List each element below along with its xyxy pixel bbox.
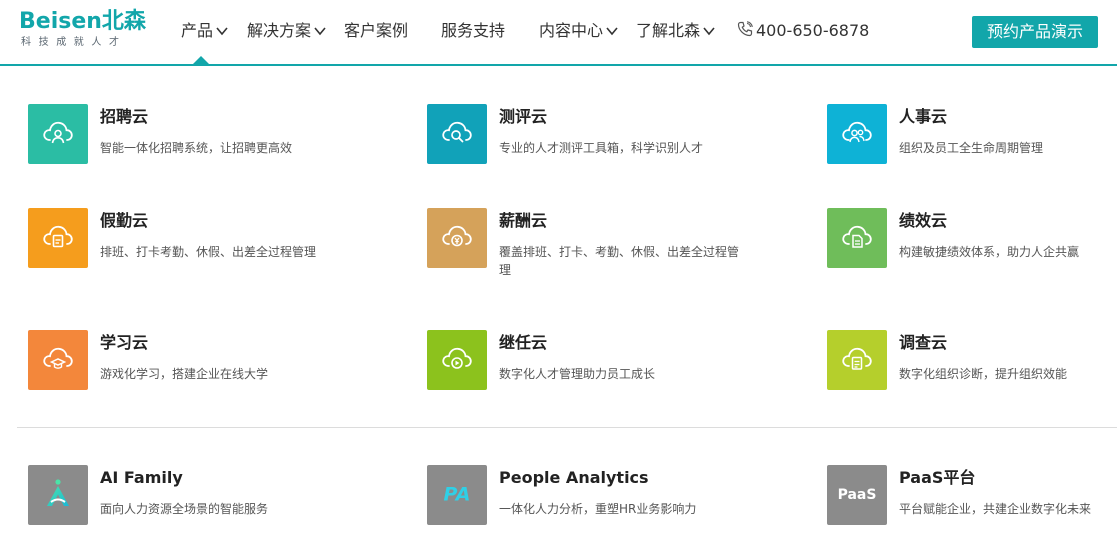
product-description: 排班、打卡考勤、休假、出差全过程管理: [100, 245, 317, 259]
chevron-down-icon: [702, 24, 716, 38]
section-divider: [17, 427, 1117, 428]
platform-card-paas[interactable]: PaaS PaaS平台 平台赋能企业，共建企业数字化未来: [827, 465, 1117, 529]
product-name: 薪酬云: [499, 211, 548, 230]
cloud-survey-icon: [839, 340, 875, 380]
nav-item-label: 了解北森: [636, 21, 701, 40]
product-name: 调查云: [899, 333, 948, 352]
product-name: People Analytics: [499, 468, 649, 487]
nav-item-about[interactable]: 了解北森: [636, 20, 716, 42]
nav-item-cases[interactable]: 客户案例: [344, 20, 408, 42]
cloud-people-icon: [839, 114, 875, 154]
paas-logo-icon: PaaS: [831, 475, 883, 515]
ai-family-logo-icon: [40, 475, 76, 515]
product-tile: [827, 104, 887, 164]
cloud-graduation-icon: [40, 340, 76, 380]
nav-item-label: 内容中心: [539, 21, 604, 40]
product-description: 覆盖排班、打卡、考勤、休假、出差全过程管理: [499, 245, 740, 277]
product-description: 构建敏捷绩效体系，助力人企共赢: [899, 245, 1080, 259]
active-menu-caret: [193, 56, 209, 64]
nav-item-label: 产品: [181, 21, 214, 40]
pa-logo-text: PA: [444, 484, 471, 506]
pa-logo-icon: PA: [435, 475, 479, 515]
product-tile: [427, 208, 487, 268]
platform-card-people-analytics[interactable]: PA People Analytics 一体化人力分析，重塑HR业务影响力: [427, 465, 767, 529]
chevron-down-icon: [313, 24, 327, 38]
product-card-recruiting[interactable]: 招聘云 智能一体化招聘系统，让招聘更高效: [28, 104, 368, 168]
phone-label: 400-650-6878: [756, 21, 870, 40]
product-card-assessment[interactable]: 测评云 专业的人才测评工具箱，科学识别人才: [427, 104, 767, 168]
product-card-performance[interactable]: 绩效云 构建敏捷绩效体系，助力人企共赢: [827, 208, 1117, 272]
product-name: 学习云: [100, 333, 149, 352]
product-name: 人事云: [899, 107, 948, 126]
product-name: AI Family: [100, 468, 183, 487]
cloud-document-icon: [839, 218, 875, 258]
product-tile: [28, 465, 88, 525]
product-tile: [28, 104, 88, 164]
nav-item-label: 解决方案: [247, 21, 312, 40]
platform-card-ai-family[interactable]: AI Family 面向人力资源全场景的智能服务: [28, 465, 368, 529]
product-description: 面向人力资源全场景的智能服务: [100, 502, 269, 516]
nav-item-content[interactable]: 内容中心: [539, 20, 619, 42]
product-card-learning[interactable]: 学习云 游戏化学习，搭建企业在线大学: [28, 330, 368, 394]
product-description: 数字化人才管理助力员工成长: [499, 367, 656, 381]
product-tile: [28, 208, 88, 268]
product-card-survey[interactable]: 调查云 数字化组织诊断，提升组织效能: [827, 330, 1117, 394]
product-description: 平台赋能企业，共建企业数字化未来: [899, 502, 1092, 516]
phone-number[interactable]: 400-650-6878: [737, 20, 869, 42]
product-tile: [827, 208, 887, 268]
logo-tagline: 科技成就人才: [21, 37, 127, 48]
cloud-coin-icon: [439, 218, 475, 258]
cloud-search-icon: [439, 114, 475, 154]
product-card-hr-core[interactable]: 人事云 组织及员工全生命周期管理: [827, 104, 1117, 168]
product-description: 数字化组织诊断，提升组织效能: [899, 367, 1068, 381]
product-tile: PA: [427, 465, 487, 525]
product-description: 智能一体化招聘系统，让招聘更高效: [100, 141, 293, 155]
product-name: 绩效云: [899, 211, 948, 230]
product-name: 测评云: [499, 107, 548, 126]
product-tile: [427, 330, 487, 390]
product-card-succession[interactable]: 继任云 数字化人才管理助力员工成长: [427, 330, 767, 394]
logo-wordmark: Beisen北森: [19, 9, 146, 34]
product-name: 招聘云: [100, 107, 149, 126]
product-name: 继任云: [499, 333, 548, 352]
cloud-person-icon: [40, 114, 76, 154]
phone-icon: [737, 21, 753, 37]
nav-item-label: 客户案例: [344, 21, 409, 40]
product-description: 组织及员工全生命周期管理: [899, 141, 1044, 155]
product-name: PaaS平台: [899, 468, 976, 487]
cloud-play-icon: [439, 340, 475, 380]
product-description: 一体化人力分析，重塑HR业务影响力: [499, 502, 697, 516]
product-description: 游戏化学习，搭建企业在线大学: [100, 367, 269, 381]
product-description: 专业的人才测评工具箱，科学识别人才: [499, 141, 704, 155]
nav-item-support[interactable]: 服务支持: [441, 20, 505, 42]
nav-item-solutions[interactable]: 解决方案: [247, 20, 327, 42]
nav-item-label: 服务支持: [441, 21, 506, 40]
site-header: Beisen北森 科技成就人才 产品 解决方案 客户案例 服务支持 内容中心 了…: [0, 0, 1117, 64]
header-underline: [0, 64, 1117, 66]
paas-logo-text: PaaS: [838, 487, 877, 503]
product-card-compensation[interactable]: 薪酬云 覆盖排班、打卡、考勤、休假、出差全过程管理: [427, 208, 767, 277]
chevron-down-icon: [215, 24, 229, 38]
chevron-down-icon: [605, 24, 619, 38]
product-name: 假勤云: [100, 211, 149, 230]
product-tile: [28, 330, 88, 390]
book-demo-button[interactable]: 预约产品演示: [972, 16, 1098, 48]
product-tile: [827, 330, 887, 390]
product-tile: [427, 104, 487, 164]
beisen-logo[interactable]: Beisen北森 科技成就人才: [19, 10, 146, 50]
product-tile: PaaS: [827, 465, 887, 525]
nav-item-products[interactable]: 产品: [181, 20, 229, 42]
product-card-attendance[interactable]: 假勤云 排班、打卡考勤、休假、出差全过程管理: [28, 208, 368, 272]
cloud-clipboard-icon: [40, 218, 76, 258]
